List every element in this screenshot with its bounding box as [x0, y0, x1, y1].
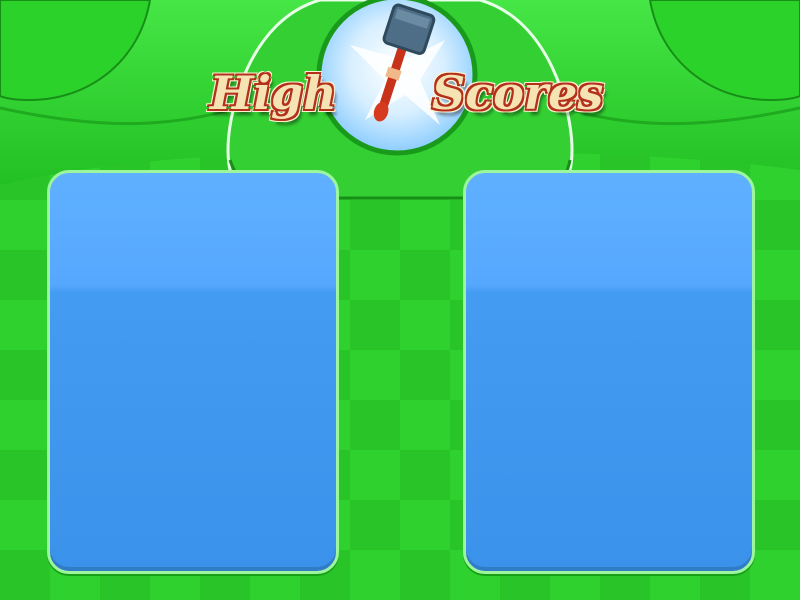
title-word-scores: Scores — [432, 66, 604, 120]
score-panel-left — [47, 170, 339, 574]
score-panel-right — [463, 170, 755, 574]
title-word-high: High — [210, 66, 337, 120]
high-scores-title: High Scores — [200, 20, 620, 140]
